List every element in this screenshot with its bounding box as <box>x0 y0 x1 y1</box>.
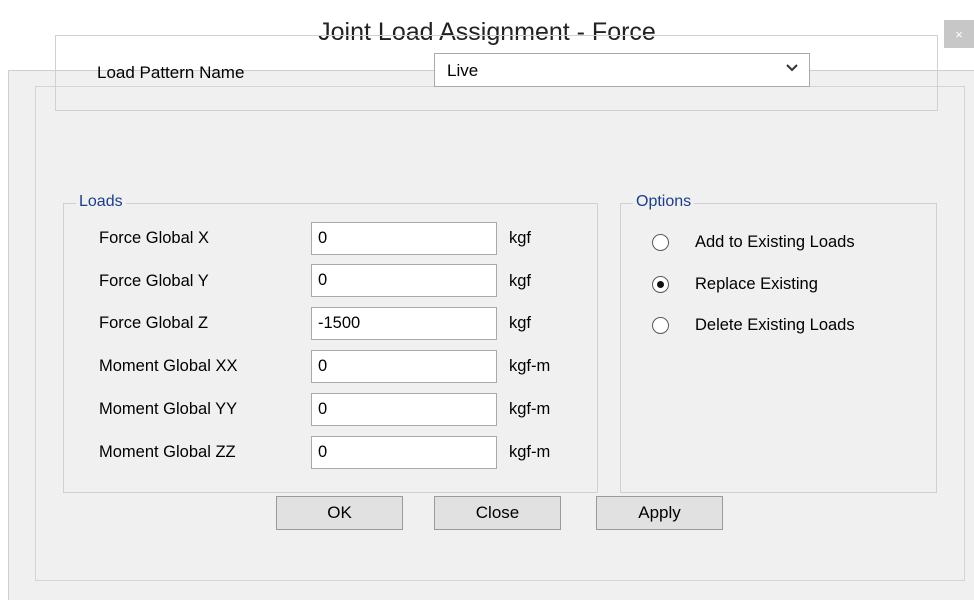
replace-existing-label[interactable]: Replace Existing <box>695 275 818 294</box>
moment-yy-unit: kgf-m <box>509 400 551 418</box>
moment-yy-field[interactable]: 0 <box>311 393 497 426</box>
moment-zz-unit: kgf-m <box>509 443 551 461</box>
force-x-unit: kgf <box>509 229 532 247</box>
force-z-field[interactable]: -1500 <box>311 307 497 340</box>
moment-xx-label: Moment Global XX <box>99 357 238 375</box>
moment-xx-unit: kgf-m <box>509 357 551 375</box>
force-y-unit: kgf <box>509 272 532 290</box>
ok-button[interactable]: OK <box>276 496 403 530</box>
moment-xx-field[interactable]: 0 <box>311 350 497 383</box>
load-pattern-label: Load Pattern Name <box>97 63 245 82</box>
radio-selected-dot <box>657 281 664 288</box>
load-pattern-selected: Live <box>447 61 479 80</box>
force-y-label: Force Global Y <box>99 272 209 290</box>
add-to-existing-label[interactable]: Add to Existing Loads <box>695 233 855 252</box>
close-button[interactable]: Close <box>434 496 561 530</box>
moment-zz-field[interactable]: 0 <box>311 436 497 469</box>
options-group-title: Options <box>633 193 695 211</box>
close-window-button[interactable]: × <box>944 20 974 48</box>
chevron-down-icon <box>786 64 798 72</box>
delete-existing-radio[interactable] <box>652 317 669 334</box>
add-to-existing-radio[interactable] <box>652 234 669 251</box>
moment-zz-label: Moment Global ZZ <box>99 443 236 461</box>
replace-existing-radio[interactable] <box>652 276 669 293</box>
delete-existing-label[interactable]: Delete Existing Loads <box>695 316 855 335</box>
force-x-label: Force Global X <box>99 229 210 247</box>
apply-button[interactable]: Apply <box>596 496 723 530</box>
force-z-unit: kgf <box>509 314 532 332</box>
force-x-field[interactable]: 0 <box>311 222 497 255</box>
loads-group-title: Loads <box>76 193 126 211</box>
force-z-label: Force Global Z <box>99 314 209 332</box>
force-y-field[interactable]: 0 <box>311 264 497 297</box>
close-icon: × <box>955 26 963 42</box>
load-pattern-dropdown[interactable]: Live <box>434 53 810 87</box>
moment-yy-label: Moment Global YY <box>99 400 238 418</box>
